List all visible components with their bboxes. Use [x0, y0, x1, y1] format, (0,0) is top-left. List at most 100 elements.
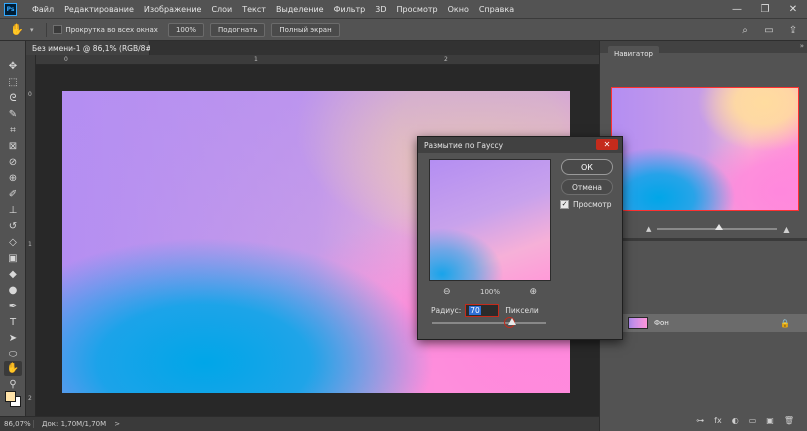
eraser-tool-icon[interactable]: ◇: [4, 235, 22, 250]
menu-type[interactable]: Текст: [237, 0, 271, 19]
trash-icon[interactable]: 🗑: [784, 416, 794, 425]
ok-button[interactable]: ОК: [561, 159, 613, 175]
menu-image[interactable]: Изображение: [139, 0, 207, 19]
zoom-tool-icon[interactable]: ⚲: [4, 377, 22, 392]
navigator-preview[interactable]: [611, 87, 799, 211]
ruler-mark: 2: [444, 56, 448, 63]
radius-label: Радиус:: [431, 305, 462, 315]
slider-handle[interactable]: [715, 224, 724, 230]
layer-row[interactable]: ◉ Фон 🔒: [600, 314, 807, 332]
menu-window[interactable]: Окно: [443, 0, 474, 19]
path-select-tool-icon[interactable]: ➤: [4, 331, 22, 346]
gaussian-blur-dialog: Размытие по Гауссу ✕ ⊖ 100% ⊕ ОК Отмена …: [417, 136, 623, 340]
radius-slider[interactable]: [432, 317, 546, 328]
chevron-down-icon[interactable]: ▾: [30, 26, 34, 34]
layer-name[interactable]: Фон: [654, 319, 669, 327]
preview-zoom-percent: 100%: [479, 288, 500, 296]
lasso-tool-icon[interactable]: ᘓ: [4, 91, 22, 106]
chevron-right-icon[interactable]: >: [114, 420, 120, 428]
zoom-out-mountain-icon[interactable]: ▲: [646, 225, 651, 233]
link-layers-icon[interactable]: ⊶: [696, 416, 704, 425]
close-window-button[interactable]: ✕: [779, 0, 807, 19]
menu-layers[interactable]: Слои: [206, 0, 237, 19]
layers-tabs-row: [600, 245, 807, 259]
brush-tool-icon[interactable]: ✐: [4, 187, 22, 202]
new-layer-icon[interactable]: ▣: [766, 416, 774, 425]
menu-help[interactable]: Справка: [474, 0, 519, 19]
fill-screen-button[interactable]: Полный экран: [271, 22, 340, 37]
photoshop-logo-icon[interactable]: Ps: [4, 2, 17, 16]
layers-panel: ◉ Фон 🔒 ⊶ fx ◐ ▭ ▣ 🗑: [600, 241, 807, 431]
adjustment-icon[interactable]: ▭: [749, 416, 757, 425]
ruler-mark: 0: [64, 56, 68, 63]
navigator-zoom-slider[interactable]: [657, 224, 778, 230]
zoom-in-icon[interactable]: ⊕: [529, 287, 537, 297]
menu-view[interactable]: Просмотр: [392, 0, 443, 19]
menu-bar: Ps Файл Редактирование Изображение Слои …: [0, 0, 807, 19]
hand-tool-icon[interactable]: ✋: [4, 361, 22, 376]
minimize-button[interactable]: —: [723, 0, 751, 19]
share-icon[interactable]: ⇪: [785, 22, 801, 38]
move-tool-icon[interactable]: ✥: [4, 59, 22, 74]
zoom-out-icon[interactable]: ⊖: [443, 287, 451, 297]
layer-thumbnail: [628, 317, 648, 329]
ruler-mark: 1: [254, 56, 258, 63]
lock-icon[interactable]: 🔒: [780, 319, 790, 328]
type-tool-icon[interactable]: T: [4, 315, 22, 330]
pen-tool-icon[interactable]: ✒: [4, 299, 22, 314]
quick-select-tool-icon[interactable]: ✎: [4, 107, 22, 122]
mask-icon[interactable]: ◐: [732, 416, 739, 425]
gradient-tool-icon[interactable]: ▣: [4, 251, 22, 266]
dialog-close-button[interactable]: ✕: [596, 139, 618, 150]
radius-input[interactable]: 70: [465, 303, 500, 317]
status-bar: 86,07% Док: 1,70M/1,70M >: [0, 416, 599, 431]
ruler-mark: 2: [28, 395, 32, 402]
options-bar: ✋ ▾ Прокрутка во всех окнах 100% Подогна…: [0, 19, 807, 41]
clone-stamp-tool-icon[interactable]: ⊥: [4, 203, 22, 218]
frame-tool-icon[interactable]: ⊠: [4, 139, 22, 154]
menu-3d[interactable]: 3D: [370, 0, 391, 19]
cancel-button[interactable]: Отмена: [561, 179, 613, 195]
collapse-panels-icon[interactable]: »: [800, 42, 804, 50]
search-icon[interactable]: ⌕: [737, 22, 753, 38]
radius-value[interactable]: 70: [469, 305, 481, 315]
menu-edit[interactable]: Редактирование: [59, 0, 139, 19]
healing-brush-tool-icon[interactable]: ⊕: [4, 171, 22, 186]
slider-handle[interactable]: [508, 318, 516, 325]
preview-zoom-row: ⊖ 100% ⊕: [429, 287, 551, 297]
menu-filter[interactable]: Фильтр: [329, 0, 371, 19]
preview-checkbox[interactable]: ✓: [560, 200, 569, 209]
tab-navigator[interactable]: Навигатор: [608, 46, 659, 61]
zoom-in-mountain-icon[interactable]: ▲: [783, 225, 789, 234]
menu-select[interactable]: Выделение: [271, 0, 329, 19]
preview-checkbox-row[interactable]: ✓ Просмотр: [560, 200, 612, 209]
dialog-titlebar[interactable]: Размытие по Гауссу ✕: [418, 137, 622, 153]
hand-icon[interactable]: ✋: [6, 21, 28, 39]
document-tab[interactable]: Без имени-1 @ 86,1% (RGB/8#) * ×: [26, 41, 175, 55]
options-right-icons: ⌕ ▭ ⇪: [737, 22, 801, 38]
dialog-title: Размытие по Гауссу: [424, 140, 504, 150]
fit-screen-button[interactable]: Подогнать: [209, 22, 266, 37]
horizontal-ruler: 0 1 2: [36, 55, 599, 65]
menu-file[interactable]: Файл: [27, 0, 59, 19]
history-brush-tool-icon[interactable]: ↺: [4, 219, 22, 234]
dodge-tool-icon[interactable]: ●: [4, 283, 22, 298]
crop-tool-icon[interactable]: ⌗: [4, 123, 22, 138]
shape-tool-icon[interactable]: ⬭: [4, 347, 22, 362]
blur-preview[interactable]: [429, 159, 551, 281]
blur-tool-icon[interactable]: ◆: [4, 267, 22, 282]
fx-icon[interactable]: fx: [714, 416, 722, 425]
eyedropper-tool-icon[interactable]: ⊘: [4, 155, 22, 170]
foreground-color-swatch[interactable]: [5, 391, 16, 402]
preview-checkbox-label: Просмотр: [573, 200, 612, 209]
maximize-button[interactable]: ❐: [751, 0, 779, 19]
radius-unit-label: Пиксели: [505, 305, 539, 315]
ruler-mark: 0: [28, 91, 32, 98]
tools-panel: ✥ ⬚ ᘓ ✎ ⌗ ⊠ ⊘ ⊕ ✐ ⊥ ↺ ◇ ▣ ◆ ● ✒ T ➤ ⬭ ✋ …: [0, 41, 26, 416]
zoom-level[interactable]: 86,07%: [0, 420, 34, 428]
tab-strip: [150, 41, 599, 55]
marquee-tool-icon[interactable]: ⬚: [4, 75, 22, 90]
workspace-icon[interactable]: ▭: [761, 22, 777, 38]
zoom-100-button[interactable]: 100%: [167, 22, 204, 37]
scroll-all-windows-checkbox[interactable]: [52, 25, 62, 34]
